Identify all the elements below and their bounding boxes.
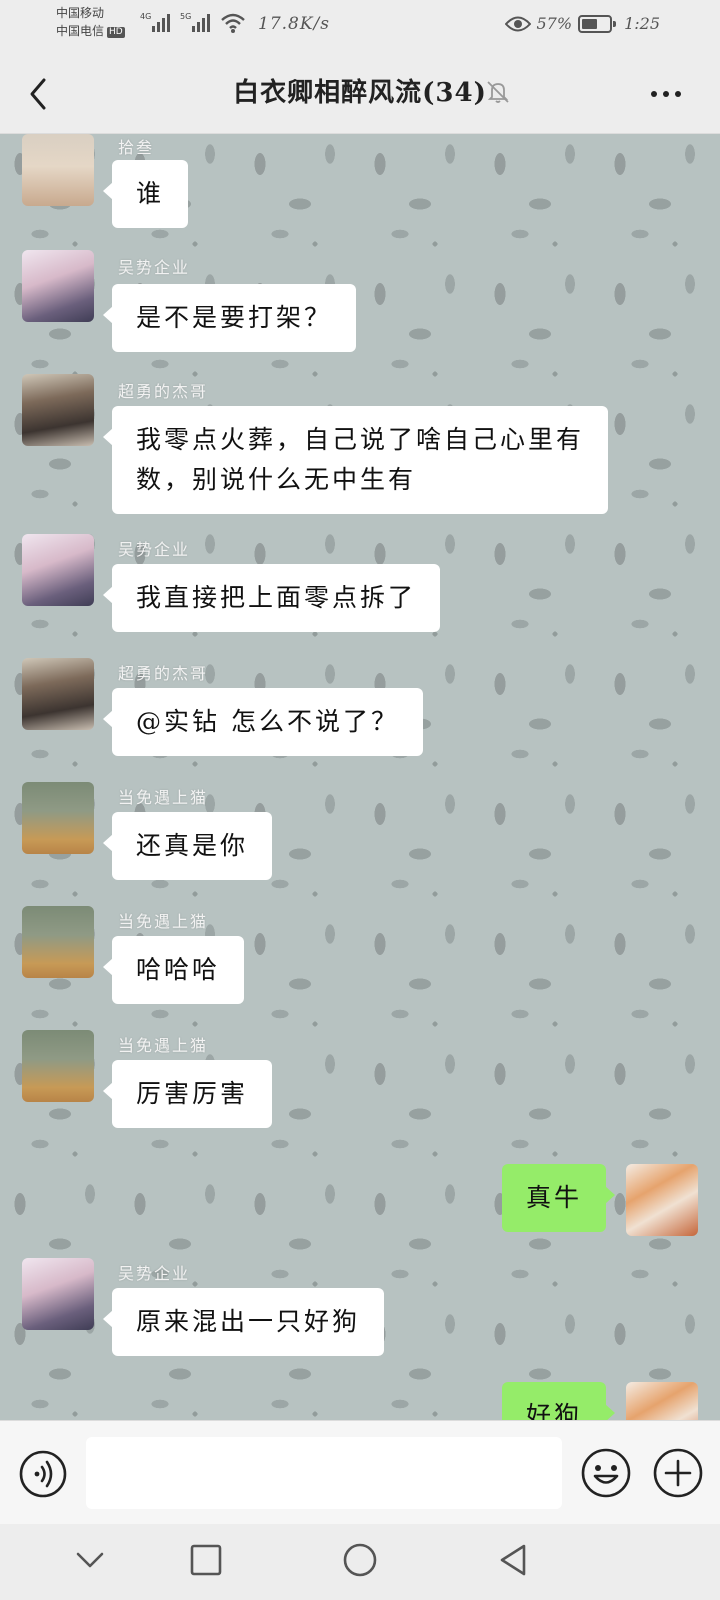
self-avatar[interactable] xyxy=(626,1382,698,1420)
avatar[interactable] xyxy=(22,782,94,854)
message-bubble-self[interactable]: 真牛 xyxy=(501,1164,616,1232)
chat-header: 白衣卿相醉风流(34) xyxy=(0,52,720,134)
sender-name: 超勇的杰哥 xyxy=(118,382,209,401)
avatar[interactable] xyxy=(22,374,94,446)
chat-messages[interactable]: 拾叁 谁 吴势企业 是不是要打架？ 超勇的杰哥 我零点火葬，自己说了啥自己心里有… xyxy=(0,134,720,1420)
carrier-info: 中国移动 中国电信 HD xyxy=(56,4,125,40)
avatar[interactable] xyxy=(22,1258,94,1330)
network-label-2: 5G xyxy=(180,12,192,21)
sender-name: 当免遇上猫 xyxy=(118,788,209,807)
system-nav-bar xyxy=(0,1524,720,1600)
battery-level xyxy=(582,18,597,29)
avatar[interactable] xyxy=(22,534,94,606)
input-bar xyxy=(0,1420,720,1524)
sender-name: 吴势企业 xyxy=(118,540,191,559)
network-speed: 17.8K/s xyxy=(258,14,331,34)
avatar[interactable] xyxy=(22,906,94,978)
triangle-back-icon[interactable] xyxy=(492,1538,536,1582)
status-bar: 中国移动 中国电信 HD 4G 5G 17.8K/s 57% 1:25 xyxy=(0,0,720,52)
sender-name: 吴势企业 xyxy=(118,1264,191,1283)
sender-name: 当免遇上猫 xyxy=(118,912,209,931)
sender-name: 吴势企业 xyxy=(118,258,191,277)
battery-icon xyxy=(578,14,617,33)
message-bubble[interactable]: 哈哈哈 xyxy=(102,936,245,1004)
self-avatar[interactable] xyxy=(626,1164,698,1236)
signal-bars-1-icon xyxy=(152,14,170,32)
voice-icon[interactable] xyxy=(18,1449,68,1499)
clock: 1:25 xyxy=(624,14,660,33)
message-bubble[interactable]: 是不是要打架？ xyxy=(102,284,357,352)
sender-name: 超勇的杰哥 xyxy=(118,664,209,683)
message-bubble[interactable]: 厉害厉害 xyxy=(102,1060,273,1128)
message-input[interactable] xyxy=(86,1437,562,1509)
message-bubble[interactable]: 还真是你 xyxy=(102,812,273,880)
bell-off-icon xyxy=(487,81,509,103)
message-bubble[interactable]: 谁 xyxy=(102,160,189,228)
carrier-2: 中国电信 xyxy=(56,24,105,38)
message-bubble[interactable]: @实钻 怎么不说了？ xyxy=(103,688,423,756)
sender-name: 当免遇上猫 xyxy=(118,1036,209,1055)
signal-bars-2-icon xyxy=(192,14,210,32)
square-icon[interactable] xyxy=(184,1538,228,1582)
plus-icon[interactable] xyxy=(652,1447,704,1499)
avatar[interactable] xyxy=(22,1030,94,1102)
status-right: 57% 1:25 xyxy=(504,14,660,33)
avatar[interactable] xyxy=(22,134,94,206)
eye-icon xyxy=(504,16,531,31)
emoji-icon[interactable] xyxy=(580,1447,632,1499)
avatar[interactable] xyxy=(22,250,94,322)
message-bubble[interactable]: 我直接把上面零点拆了 xyxy=(102,564,441,632)
carrier-1: 中国移动 xyxy=(56,6,105,20)
avatar[interactable] xyxy=(22,658,94,730)
circle-icon[interactable] xyxy=(338,1538,382,1582)
chevron-down-icon[interactable] xyxy=(68,1538,112,1582)
chat-title: 白衣卿相醉风流(34) xyxy=(233,78,487,108)
more-button[interactable] xyxy=(646,82,686,106)
hd-badge: HD xyxy=(107,27,125,38)
sender-name: 拾叁 xyxy=(118,138,155,157)
battery-percent: 57% xyxy=(536,14,573,33)
network-label-1: 4G xyxy=(140,12,152,21)
wifi-icon xyxy=(221,13,245,33)
message-bubble-self[interactable]: 好狗 xyxy=(501,1382,616,1420)
message-bubble[interactable]: 原来混出一只好狗 xyxy=(102,1288,385,1356)
message-bubble[interactable]: 我零点火葬，自己说了啥自己心里有数，别说什么无中生有 xyxy=(103,406,608,514)
